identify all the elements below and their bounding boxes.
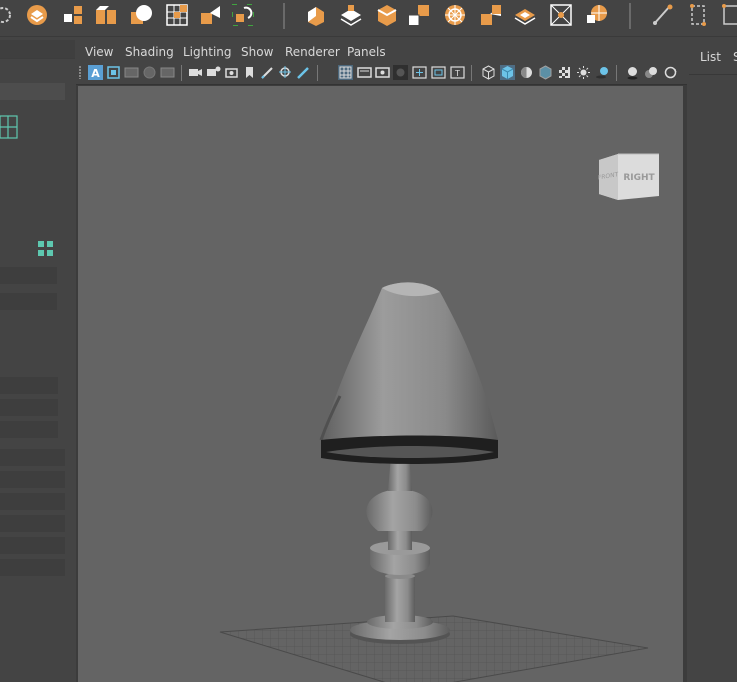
crease-icon[interactable] (514, 4, 536, 26)
safe-title-icon[interactable]: T (450, 65, 465, 80)
uv-unfold-icon[interactable] (550, 4, 572, 26)
attribute-field[interactable] (0, 493, 65, 510)
attribute-field[interactable] (0, 377, 58, 394)
attribute-field[interactable] (0, 399, 58, 416)
grid-icon[interactable] (0, 115, 18, 139)
separate-mesh-icon[interactable] (95, 4, 117, 26)
menu-renderer[interactable]: Renderer (285, 45, 340, 59)
polygon-cube-icon[interactable] (26, 4, 48, 26)
edge-loop-icon[interactable] (586, 4, 608, 26)
insert-loop-icon[interactable] (652, 4, 674, 26)
grease-pencil-icon[interactable] (260, 65, 275, 80)
append-polygon-icon[interactable] (408, 4, 430, 26)
bookmark-flag-icon[interactable] (242, 65, 257, 80)
resolution-gate-icon[interactable] (375, 65, 390, 80)
toolbar-separator (317, 65, 318, 81)
bridge-icon[interactable] (376, 4, 398, 26)
attribute-field[interactable] (0, 515, 65, 532)
bevel-icon[interactable] (340, 4, 362, 26)
field-chart-icon[interactable] (412, 65, 427, 80)
shelf-separator (283, 3, 285, 29)
menu-lighting[interactable]: Lighting (183, 45, 232, 59)
image-plane-icon[interactable] (142, 65, 157, 80)
shelf-toolbar (0, 0, 737, 37)
3d-viewport[interactable]: FRONT RIGHT (78, 86, 683, 682)
svg-text:T: T (454, 69, 460, 78)
smooth-sphere-icon[interactable] (130, 4, 152, 26)
wireframe-on-shaded-icon[interactable] (538, 65, 553, 80)
attribute-field[interactable] (0, 421, 58, 438)
pan-zoom-icon[interactable] (278, 65, 293, 80)
mirror-icon[interactable] (200, 4, 222, 26)
wireframe-icon[interactable] (481, 65, 496, 80)
anti-aliasing-icon[interactable] (663, 65, 678, 80)
left-side-panel (0, 37, 75, 682)
camera-attributes-icon[interactable] (106, 65, 121, 80)
textured-icon[interactable] (557, 65, 572, 80)
multi-cut-icon[interactable] (444, 4, 466, 26)
viewcube-icon[interactable]: FRONT RIGHT (596, 150, 660, 206)
toolbar-separator (471, 65, 472, 81)
menu-shading[interactable]: Shading (125, 45, 174, 59)
menu-panels[interactable]: Panels (347, 45, 386, 59)
lasso-select-icon[interactable] (0, 4, 14, 26)
tab-list[interactable]: List (700, 50, 721, 64)
uv-snapshot-icon[interactable] (232, 4, 254, 26)
2d-pan-zoom-icon[interactable] (160, 65, 175, 80)
attribute-field[interactable] (0, 267, 57, 284)
bookmark-icon[interactable] (124, 65, 139, 80)
attribute-field[interactable] (0, 293, 57, 310)
viewcube-right-label: RIGHT (623, 173, 655, 183)
node-graph-icon[interactable] (37, 240, 54, 257)
shelf-separator (629, 3, 631, 29)
panel-row[interactable] (0, 83, 65, 100)
camera-resolution-icon[interactable] (224, 65, 239, 80)
lamp-model[interactable] (319, 282, 498, 644)
viewport-menubar: View Shading Lighting Show Renderer Pane… (76, 42, 687, 62)
lights-icon[interactable] (576, 65, 591, 80)
right-side-panel: List S (689, 42, 737, 682)
gate-mask-icon[interactable] (393, 65, 408, 80)
camera-icon[interactable] (188, 65, 203, 80)
camera-film-gate-icon[interactable] (206, 65, 221, 80)
grid-fill-icon[interactable] (166, 4, 188, 26)
attribute-field[interactable] (0, 471, 65, 488)
toolbar-separator (616, 65, 617, 81)
pencil-icon[interactable] (296, 65, 311, 80)
target-weld-icon[interactable] (480, 4, 502, 26)
panel-divider (689, 74, 737, 75)
tab-next[interactable]: S (733, 50, 737, 64)
attribute-field[interactable] (0, 559, 65, 576)
panel-header (0, 40, 75, 59)
film-gate-icon[interactable] (357, 65, 372, 80)
toolbar-separator (181, 65, 182, 81)
extract-faces-icon[interactable] (62, 4, 84, 26)
menu-show[interactable]: Show (241, 45, 273, 59)
attribute-field[interactable] (0, 537, 65, 554)
smooth-shade-icon[interactable] (500, 65, 515, 80)
default-material-icon[interactable] (519, 65, 534, 80)
motion-blur-icon[interactable] (644, 65, 659, 80)
shadows-icon[interactable] (595, 65, 610, 80)
select-camera-icon[interactable]: A (88, 65, 103, 80)
extrude-icon[interactable] (305, 4, 327, 26)
viewport-iconbar: A T (76, 62, 687, 85)
svg-text:A: A (91, 67, 100, 80)
safe-action-icon[interactable] (431, 65, 446, 80)
menu-view[interactable]: View (85, 45, 113, 59)
lattice-icon[interactable] (722, 4, 737, 26)
ambient-occlusion-icon[interactable] (625, 65, 640, 80)
attribute-field[interactable] (0, 449, 65, 466)
grid-toggle-icon[interactable] (338, 65, 353, 80)
bend-deformer-icon[interactable] (688, 4, 710, 26)
viewport-panel: View Shading Lighting Show Renderer Pane… (76, 42, 687, 682)
